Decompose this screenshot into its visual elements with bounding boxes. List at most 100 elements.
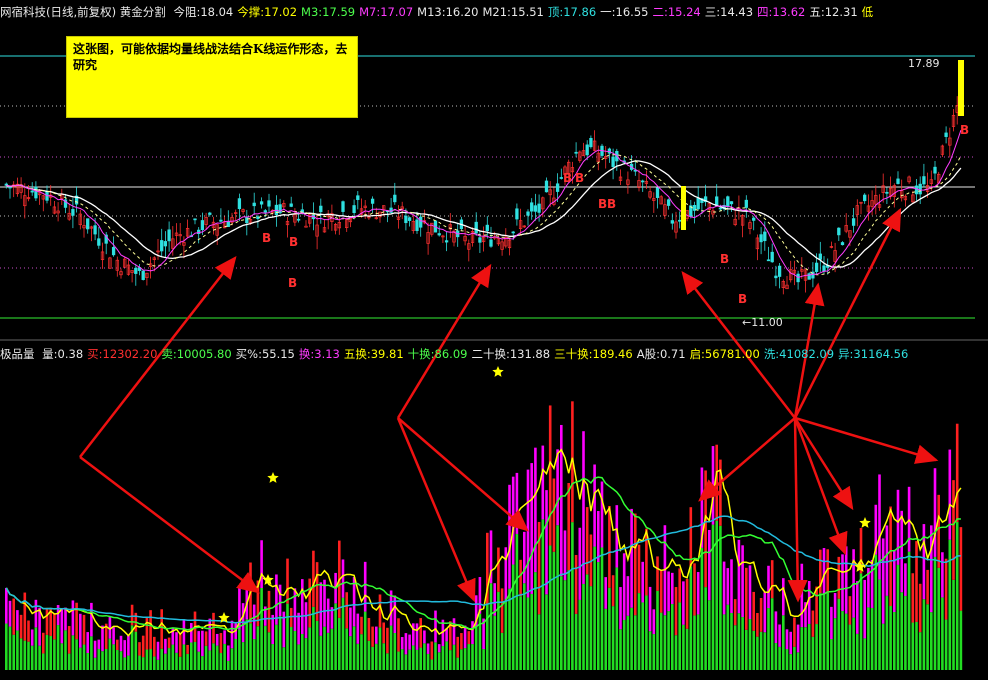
volume-bar-top (952, 480, 955, 580)
volume-bar-base (441, 646, 445, 670)
candle-body (252, 202, 256, 207)
candle-body (259, 201, 264, 205)
volume-bar-top (848, 596, 852, 625)
volume-bar-base (604, 608, 607, 670)
volume-bar-top (260, 540, 263, 589)
volume-bar-top (349, 607, 352, 637)
volume-bar-base (597, 562, 600, 670)
candle-body (678, 219, 682, 222)
volume-bar-top (112, 627, 115, 645)
volume-bar-base (175, 652, 178, 670)
volume-bar-base (79, 647, 82, 670)
volume-bar-top (404, 633, 408, 655)
buy-signal-label: B (738, 292, 747, 306)
volume-bar-top (955, 423, 959, 522)
volume-bar-top (319, 582, 323, 636)
volume-bar-top (600, 481, 604, 548)
buy-signal-label: B (607, 197, 616, 211)
volume-bar-base (471, 644, 474, 670)
volume-bar-base (726, 604, 730, 670)
volume-bar-top (93, 640, 97, 658)
volume-bar-base (870, 607, 874, 670)
volume-bar-base (689, 566, 693, 670)
volume-bar-top (141, 635, 145, 658)
volume-bar-top (578, 527, 582, 600)
buy-signal-label: B (598, 197, 607, 211)
volume-bar-base (252, 639, 256, 670)
volume-bar-top (626, 576, 630, 616)
candle-body (219, 219, 223, 222)
volume-bar-base (238, 629, 241, 670)
volume-bar-base (885, 595, 889, 670)
volume-bar-top (267, 590, 271, 633)
volume-bar-top (608, 505, 611, 588)
volume-bar-base (112, 644, 115, 670)
low-price-label: ←11.00 (742, 316, 783, 329)
volume-bar-base (523, 583, 526, 670)
highlight-candle (958, 60, 964, 116)
volume-bar-top (933, 468, 937, 557)
volume-bar-top (90, 602, 93, 637)
volume-bar-base (463, 648, 467, 670)
volume-bar-top (671, 572, 674, 605)
volume-bar-base (663, 615, 667, 670)
volume-bar-base (933, 556, 937, 670)
volume-bar-base (219, 653, 223, 670)
volume-bar-base (23, 640, 27, 670)
volume-bar-base (190, 642, 193, 670)
volume-bar-base (748, 619, 752, 670)
volume-bar-base (104, 648, 108, 670)
volume-bar-base (141, 657, 145, 670)
volume-bar-top (630, 508, 633, 608)
volume-bar-base (893, 612, 896, 670)
volume-bar-top (889, 506, 892, 606)
volume-bar-base (941, 597, 944, 670)
volume-bar-base (93, 657, 97, 670)
volume-bar-base (449, 650, 452, 670)
volume-indicator-item: 三十换:189.46 (554, 347, 633, 361)
volume-bar-top (304, 602, 308, 639)
volume-bar-base (904, 595, 907, 670)
volume-bar-base (404, 654, 408, 670)
volume-bar-top (42, 632, 45, 654)
volume-bar-top (652, 609, 656, 635)
volume-bar-top (667, 571, 670, 612)
volume-bar-base (301, 634, 304, 670)
volume-bar-base (42, 653, 45, 670)
volume-bar-base (652, 634, 656, 670)
volume-bar-top (682, 581, 685, 625)
volume-bar-base (227, 660, 230, 670)
volume-bar-base (878, 579, 881, 670)
volume-bar-top (896, 489, 900, 565)
volume-bar-base (71, 635, 75, 670)
volume-bar-base (830, 639, 833, 670)
volume-bar-top (674, 587, 678, 636)
volume-bar-top (622, 553, 626, 621)
volume-bar-base (245, 619, 249, 670)
candle-body (770, 251, 774, 263)
volume-bar-base (445, 641, 448, 670)
volume-bar-top (252, 604, 256, 640)
volume-bar-top (800, 563, 804, 628)
volume-bar-top (726, 568, 730, 605)
volume-bar-top (460, 633, 463, 650)
volume-bar-top (881, 538, 885, 624)
volume-bar-base (360, 634, 363, 670)
candle-body (611, 156, 615, 167)
volume-bar-top (190, 623, 193, 643)
volume-bar-base (419, 647, 422, 670)
volume-bar-base (230, 648, 234, 670)
candle-body (837, 227, 841, 236)
volume-bar-base (156, 659, 160, 670)
volume-bar-base (338, 617, 341, 670)
candle-body (544, 180, 549, 193)
volume-bar-base (693, 615, 696, 670)
volume-bar-base (648, 631, 652, 670)
volume-bar-top (437, 644, 441, 653)
volume-bar-top (64, 607, 67, 631)
volume-bar-base (867, 607, 870, 670)
volume-bar-base (278, 616, 282, 670)
volume-bar-base (841, 611, 844, 670)
volume-bar-top (323, 579, 326, 627)
volume-bar-base (582, 583, 585, 670)
